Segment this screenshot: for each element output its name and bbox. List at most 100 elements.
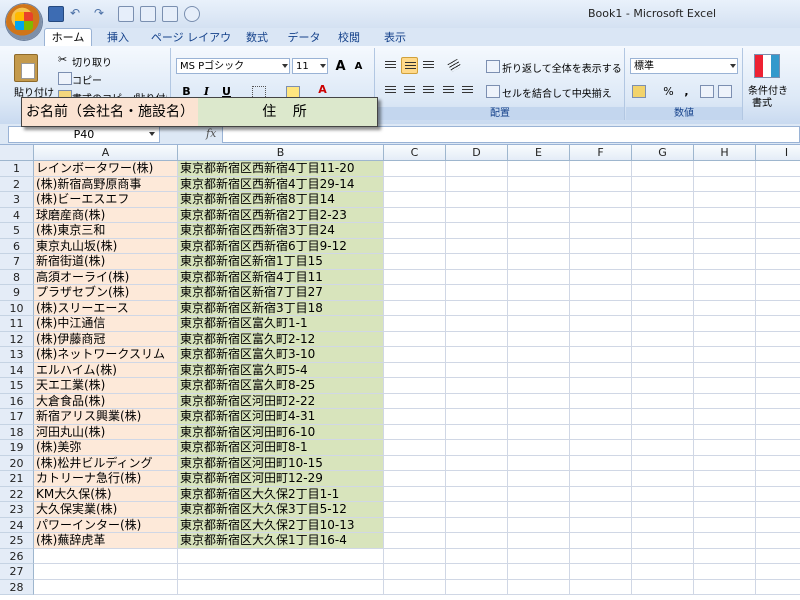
cell-f[interactable]: [570, 548, 632, 564]
cell-h[interactable]: [694, 409, 756, 425]
cell-e[interactable]: [508, 393, 570, 409]
cell-g[interactable]: [632, 533, 694, 549]
cell-i[interactable]: [756, 549, 800, 564]
cell-d[interactable]: [446, 347, 508, 363]
cell-d[interactable]: [446, 207, 508, 223]
cell-i[interactable]: [756, 177, 800, 192]
cell-b[interactable]: 東京都新宿区河田町10-15: [178, 455, 384, 471]
cell-c[interactable]: [384, 517, 446, 533]
cell-e[interactable]: [508, 161, 570, 177]
cell-c[interactable]: [384, 223, 446, 239]
cell-i[interactable]: [756, 192, 800, 208]
cell-e[interactable]: [508, 579, 570, 595]
cell-h[interactable]: [694, 533, 756, 549]
cell-g[interactable]: [632, 207, 694, 223]
cell-b[interactable]: 東京都新宿区新宿3丁目18: [178, 300, 384, 316]
cell-d[interactable]: [446, 269, 508, 285]
cell-a[interactable]: (株)中江通信: [34, 316, 178, 332]
cell-b[interactable]: 東京都新宿区富久町5-4: [178, 362, 384, 378]
cell-b[interactable]: 東京都新宿区新宿4丁目11: [178, 269, 384, 285]
cell-g[interactable]: [632, 254, 694, 270]
cell-a[interactable]: パワーインター(株): [34, 517, 178, 533]
cell-h[interactable]: [694, 238, 756, 254]
conditional-format-icon[interactable]: [754, 54, 780, 78]
cell-g[interactable]: [632, 455, 694, 471]
save-icon[interactable]: [48, 6, 64, 22]
cell-f[interactable]: [570, 316, 632, 332]
cell-i[interactable]: [756, 564, 800, 580]
cell-b[interactable]: 東京都新宿区大久保2丁目10-13: [178, 517, 384, 533]
cell-d[interactable]: [446, 548, 508, 564]
cell-e[interactable]: [508, 517, 570, 533]
cell-a[interactable]: 大倉食品(株): [34, 393, 178, 409]
cell-i[interactable]: [756, 161, 800, 177]
cell-e[interactable]: [508, 285, 570, 301]
cell-c[interactable]: [384, 548, 446, 564]
row-header[interactable]: 17: [0, 409, 34, 425]
cell-d[interactable]: [446, 502, 508, 518]
cell-h[interactable]: [694, 471, 756, 487]
cell-b[interactable]: [178, 564, 384, 580]
cell-d[interactable]: [446, 300, 508, 316]
cell-f[interactable]: [570, 455, 632, 471]
form-icon[interactable]: [162, 6, 178, 22]
cell-d[interactable]: [446, 176, 508, 192]
cell-h[interactable]: [694, 161, 756, 177]
orientation-button[interactable]: [446, 57, 463, 74]
comma-button[interactable]: ,: [678, 83, 695, 100]
cell-i[interactable]: [756, 456, 800, 471]
cell-c[interactable]: [384, 331, 446, 347]
cell-i[interactable]: [756, 239, 800, 254]
undo-icon[interactable]: ↶: [70, 6, 88, 20]
cell-d[interactable]: [446, 486, 508, 502]
cell-g[interactable]: [632, 393, 694, 409]
cell-i[interactable]: [756, 394, 800, 409]
customize-qat-icon[interactable]: [184, 6, 200, 22]
cell-a[interactable]: 大久保実業(株): [34, 502, 178, 518]
grow-font-button[interactable]: A: [332, 58, 349, 75]
row-header[interactable]: 8: [0, 269, 34, 285]
row-header[interactable]: 11: [0, 316, 34, 332]
cell-e[interactable]: [508, 316, 570, 332]
cell-c[interactable]: [384, 471, 446, 487]
cell-a[interactable]: (株)スリーエース: [34, 300, 178, 316]
row-header[interactable]: 21: [0, 471, 34, 487]
increase-indent-button[interactable]: [459, 82, 476, 99]
cell-g[interactable]: [632, 347, 694, 363]
cell-b[interactable]: 東京都新宿区西新宿8丁目14: [178, 192, 384, 208]
cell-c[interactable]: [384, 192, 446, 208]
cell-a[interactable]: (株)美弥: [34, 440, 178, 456]
cell-f[interactable]: [570, 424, 632, 440]
row-header[interactable]: 16: [0, 393, 34, 409]
redo-icon[interactable]: ↷: [94, 6, 112, 20]
cell-h[interactable]: [694, 300, 756, 316]
cell-g[interactable]: [632, 517, 694, 533]
cell-c[interactable]: [384, 316, 446, 332]
font-name-select[interactable]: MS Pゴシック: [176, 58, 290, 74]
row-header[interactable]: 12: [0, 331, 34, 347]
cell-h[interactable]: [694, 362, 756, 378]
cell-c[interactable]: [384, 269, 446, 285]
cell-g[interactable]: [632, 579, 694, 595]
cell-a[interactable]: 東京丸山坂(株): [34, 238, 178, 254]
tab-insert[interactable]: 挿入: [100, 30, 136, 46]
column-header-g[interactable]: G: [632, 145, 694, 161]
cell-b[interactable]: 東京都新宿区大久保1丁目16-4: [178, 533, 384, 549]
column-header-a[interactable]: A: [34, 145, 178, 161]
cell-c[interactable]: [384, 564, 446, 580]
cell-i[interactable]: [756, 332, 800, 347]
cell-d[interactable]: [446, 409, 508, 425]
cell-i[interactable]: [756, 363, 800, 378]
cell-h[interactable]: [694, 486, 756, 502]
print-icon[interactable]: [140, 6, 156, 22]
tab-view[interactable]: 表示: [380, 30, 410, 46]
align-center-button[interactable]: [401, 82, 418, 99]
cell-g[interactable]: [632, 471, 694, 487]
cell-c[interactable]: [384, 393, 446, 409]
cell-f[interactable]: [570, 440, 632, 456]
cell-c[interactable]: [384, 254, 446, 270]
cell-c[interactable]: [384, 238, 446, 254]
cell-c[interactable]: [384, 486, 446, 502]
cell-e[interactable]: [508, 409, 570, 425]
cell-h[interactable]: [694, 548, 756, 564]
